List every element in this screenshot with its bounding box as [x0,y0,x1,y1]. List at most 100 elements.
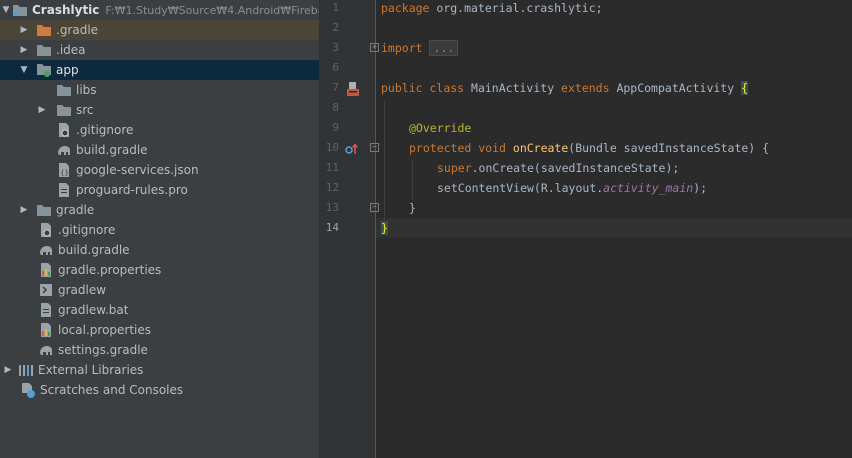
project-folder-icon [12,2,28,18]
base-class: AppCompatActivity [609,81,742,95]
code-line-13: } [409,198,416,218]
gradle-elephant-icon [56,142,72,158]
tree-item-gradle-properties[interactable]: gradle.properties [0,260,319,280]
tree-item-dot-gradle[interactable]: ▶ .gradle [0,20,319,40]
tree-item-gradle-folder[interactable]: ▶ gradle [0,200,319,220]
code-line-11: super.onCreate(savedInstanceState); [437,158,679,178]
class-name: MainActivity [464,81,562,95]
tree-item-gradlew[interactable]: gradlew [0,280,319,300]
properties-file-icon [38,322,54,338]
expand-arrow-icon[interactable]: ▶ [18,40,30,60]
tree-label: External Libraries [38,363,144,377]
method-name: onCreate [512,141,569,155]
code-text: (Bundle savedInstanceState) { [568,141,770,155]
tree-item-gradlew-bat[interactable]: gradlew.bat [0,300,319,320]
tree-item-src[interactable]: ▶ src [0,100,319,120]
tree-item-build-gradle[interactable]: build.gradle [0,240,319,260]
line-number: 11 [325,161,339,174]
tree-label: .gradle [56,23,99,37]
tree-label: settings.gradle [58,343,148,357]
code-text: .onCreate(savedInstanceState); [471,161,680,175]
tree-item-external-libraries[interactable]: ▶ External Libraries [0,360,319,380]
tree-label: local.properties [58,323,152,337]
keyword: protected [409,141,472,155]
annotation: @Override [409,121,472,135]
keyword: package [381,1,430,15]
line-number: 2 [332,21,339,34]
tree-label: Scratches and Consoles [40,383,184,397]
tree-label: build.gradle [58,243,130,257]
matched-brace: } [381,221,388,235]
code-text: setContentView(R.layout. [437,181,604,195]
tree-root-crashlytic[interactable]: ▼ Crashlytic F:₩1.Study₩Source₩4.Android… [0,0,319,20]
code-text: org.material.crashlytic; [429,1,603,15]
code-text: ); [693,181,708,195]
properties-file-icon [38,262,54,278]
tree-item-gitignore[interactable]: .gitignore [0,220,319,240]
tree-label: .gitignore [76,123,134,137]
tree-label: src [76,103,94,117]
code-line-12: setContentView(R.layout.activity_main); [437,178,707,198]
expand-arrow-icon[interactable]: ▶ [18,200,30,220]
ignore-file-icon [38,222,54,238]
tree-item-app-build-gradle[interactable]: build.gradle [0,140,319,160]
tree-label: libs [76,83,97,97]
keyword: import [381,41,423,55]
tree-item-scratches-consoles[interactable]: Scratches and Consoles [0,380,319,400]
keyword: super [437,161,472,175]
tree-item-local-properties[interactable]: local.properties [0,320,319,340]
tree-item-libs[interactable]: libs [0,80,319,100]
expand-arrow-icon[interactable]: ▶ [18,20,30,40]
code-line-9: @Override [409,118,471,138]
gradle-elephant-icon [38,342,54,358]
android-activity-gutter-icon[interactable] [345,81,361,97]
collapse-arrow-icon[interactable]: ▼ [18,60,30,80]
keyword: void [478,141,506,155]
expand-arrow-icon[interactable]: ▼ [0,0,12,20]
tree-label: google-services.json [76,163,199,177]
keyword: extends [561,81,610,95]
tree-item-proguard-rules[interactable]: proguard-rules.pro [0,180,319,200]
expand-arrow-icon[interactable]: ▶ [36,100,48,120]
line-number: 13 [325,201,339,214]
indent-guide [384,100,385,220]
tree-label: .idea [56,43,86,57]
tree-item-app[interactable]: ▼ app [0,60,319,80]
tree-item-settings-gradle[interactable]: settings.gradle [0,340,319,360]
override-method-gutter-icon[interactable] [345,142,359,156]
code-text: } [409,201,416,215]
code-line-14: } [381,218,388,238]
line-number: 9 [332,121,339,134]
tree-label: proguard-rules.pro [76,183,188,197]
project-name: Crashlytic [32,3,100,17]
svg-text:{}: {} [60,169,69,177]
ignore-file-icon [56,122,72,138]
keyword: public [381,81,423,95]
tree-item-app-gitignore[interactable]: .gitignore [0,120,319,140]
resource-field: activity_main [603,181,694,195]
folder-icon [56,82,72,98]
code-line-1: package org.material.crashlytic; [381,0,603,18]
tree-item-idea[interactable]: ▶ .idea [0,40,319,60]
expand-arrow-icon[interactable]: ▶ [2,360,14,380]
text-file-icon [38,302,54,318]
module-folder-icon [36,62,52,78]
tree-label: .gitignore [58,223,116,237]
fold-collapse-icon[interactable]: − [370,143,379,152]
folder-icon [36,42,52,58]
folded-imports[interactable]: ... [429,40,459,56]
line-number: 6 [332,61,339,74]
line-number: 3 [332,41,339,54]
code-line-7: public class MainActivity extends AppCom… [381,78,749,98]
scratches-icon [20,382,36,398]
line-number: 12 [325,181,339,194]
tree-label: app [56,63,79,77]
tree-label: gradlew.bat [58,303,129,317]
fold-expand-icon[interactable]: + [370,43,379,52]
fold-end-icon[interactable]: − [370,203,379,212]
line-number: 1 [332,1,339,14]
current-line-highlight [376,218,852,238]
matched-brace: { [741,81,749,95]
tree-item-google-services[interactable]: {} google-services.json [0,160,319,180]
line-number: 10 [325,141,339,154]
